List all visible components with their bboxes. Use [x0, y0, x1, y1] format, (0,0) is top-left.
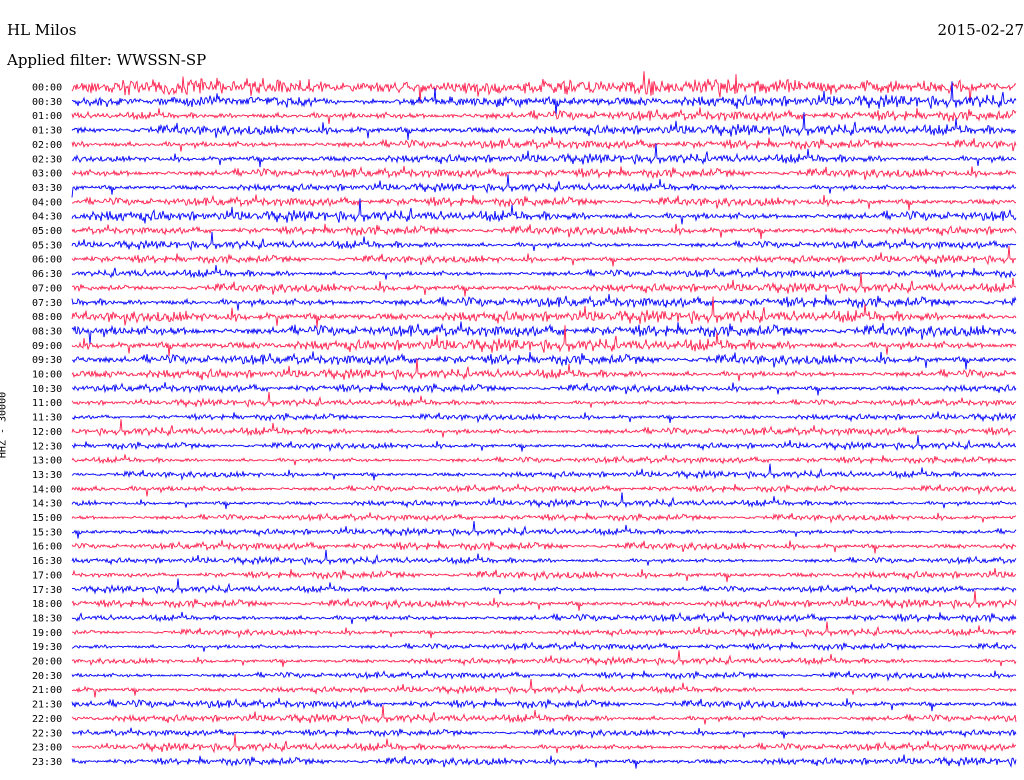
- trace-1130: [71, 411, 1017, 424]
- time-label: 15:00: [32, 513, 62, 524]
- time-label: 18:30: [32, 613, 62, 624]
- trace-0530: [71, 231, 1017, 252]
- time-label: 12:00: [32, 427, 62, 438]
- time-label: 09:30: [32, 355, 62, 366]
- time-label: 18:00: [32, 599, 62, 610]
- seismic-traces: [71, 71, 1017, 769]
- time-label: 16:00: [32, 542, 62, 553]
- time-label: 13:30: [32, 470, 62, 481]
- time-label: 07:00: [32, 283, 62, 294]
- time-label: 01:00: [32, 111, 62, 122]
- trace-1500: [71, 512, 1017, 524]
- time-label: 05:00: [32, 226, 62, 237]
- time-label: 00:00: [32, 83, 62, 94]
- time-label: 16:30: [32, 556, 62, 567]
- date-label: 2015-02-27: [937, 21, 1024, 39]
- trace-2000: [71, 650, 1017, 667]
- time-label: 10:00: [32, 370, 62, 381]
- time-label: 20:00: [32, 657, 62, 668]
- time-label: 03:30: [32, 183, 62, 194]
- time-label: 04:00: [32, 197, 62, 208]
- trace-0200: [71, 137, 1017, 152]
- time-label: 06:30: [32, 269, 62, 280]
- trace-1330: [71, 463, 1017, 481]
- trace-1400: [71, 483, 1017, 497]
- time-label: 17:30: [32, 585, 62, 596]
- trace-2030: [71, 670, 1017, 682]
- trace-2300: [71, 733, 1017, 754]
- trace-0300: [71, 165, 1017, 180]
- filter-label: Applied filter: WWSSN-SP: [7, 51, 207, 69]
- time-label: 12:30: [32, 441, 62, 452]
- time-label: 11:30: [32, 413, 62, 424]
- trace-2230: [71, 727, 1017, 740]
- trace-1200: [71, 419, 1017, 438]
- trace-0600: [71, 246, 1017, 267]
- time-label: 13:00: [32, 456, 62, 467]
- station-title: HL Milos: [7, 21, 77, 39]
- trace-2130: [71, 697, 1017, 712]
- trace-1430: [71, 492, 1017, 510]
- trace-1230: [71, 434, 1016, 453]
- trace-0800: [71, 296, 1017, 328]
- time-label: 10:30: [32, 384, 62, 395]
- trace-1730: [71, 578, 1017, 595]
- time-label: 02:00: [32, 140, 62, 151]
- trace-1800: [71, 590, 1017, 611]
- trace-0400: [71, 194, 1017, 211]
- trace-0730: [71, 293, 1017, 311]
- time-label: 07:30: [32, 298, 62, 309]
- trace-0630: [71, 265, 1017, 280]
- time-label: 00:30: [32, 97, 62, 108]
- trace-2200: [71, 705, 1017, 725]
- time-label: 04:30: [32, 212, 62, 223]
- time-label: 21:30: [32, 700, 62, 711]
- trace-0330: [71, 174, 1017, 198]
- time-label: 08:00: [32, 312, 62, 323]
- helicorder-plot: 00:00 00:30 01:00 01:30 02:00 02:30 03:00 03:30…: [32, 71, 1017, 769]
- y-axis-label: HHZ - 30000: [0, 391, 9, 459]
- trace-2100: [71, 678, 1017, 698]
- trace-1700: [71, 568, 1017, 583]
- trace-1000: [71, 358, 1017, 382]
- trace-0830: [71, 321, 1017, 345]
- trace-1900: [71, 621, 1017, 639]
- trace-2330: [71, 754, 1017, 769]
- time-label: 03:00: [32, 169, 62, 180]
- time-label: 11:00: [32, 398, 62, 409]
- trace-1530: [71, 521, 1017, 539]
- time-label: 01:30: [32, 126, 62, 137]
- trace-1100: [71, 391, 1017, 409]
- time-label: 23:00: [32, 743, 62, 754]
- trace-1300: [71, 454, 1017, 466]
- time-label: 17:00: [32, 570, 62, 581]
- trace-0900: [71, 325, 1017, 357]
- time-label: 22:30: [32, 728, 62, 739]
- time-label: 20:30: [32, 671, 62, 682]
- time-label: 14:00: [32, 484, 62, 495]
- time-label: 15:30: [32, 527, 62, 538]
- time-label: 22:00: [32, 714, 62, 725]
- time-label: 14:30: [32, 499, 62, 510]
- trace-1830: [71, 611, 1017, 625]
- time-label: 08:30: [32, 326, 62, 337]
- trace-0930: [72, 351, 1017, 370]
- time-label: 09:00: [32, 341, 62, 352]
- time-label: 19:30: [32, 642, 62, 653]
- time-label: 19:00: [32, 628, 62, 639]
- trace-1930: [71, 641, 1017, 652]
- time-label: 21:00: [32, 685, 62, 696]
- time-label: 05:30: [32, 240, 62, 251]
- time-label: 23:30: [32, 757, 62, 768]
- time-labels: 00:00 00:30 01:00 01:30 02:00 02:30 03:00 03:30…: [32, 83, 62, 768]
- time-label: 02:30: [32, 154, 62, 165]
- trace-0100: [71, 107, 1017, 124]
- trace-1600: [71, 540, 1017, 554]
- time-label: 06:00: [32, 255, 62, 266]
- trace-0500: [71, 223, 1017, 240]
- trace-1030: [71, 382, 1017, 396]
